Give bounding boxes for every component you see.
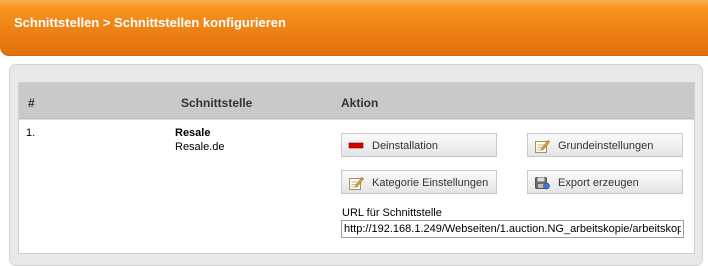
category-settings-button[interactable]: Kategorie Einstellungen: [341, 170, 497, 194]
column-header-interface: Schnittstelle: [181, 96, 253, 110]
row-divider: [19, 119, 694, 120]
table-header: # Schnittstelle Aktion: [19, 83, 694, 119]
interface-name: Resale: [175, 127, 211, 139]
export-button[interactable]: Export erzeugen: [527, 170, 683, 194]
export-label: Export erzeugen: [558, 177, 639, 189]
edit-notepad-icon: [348, 176, 364, 190]
page-header: Schnittstellen > Schnittstellen konfigur…: [0, 0, 708, 56]
column-header-number: #: [28, 96, 35, 110]
edit-notepad-icon: [534, 139, 550, 153]
base-settings-button[interactable]: Grundeinstellungen: [527, 133, 683, 157]
disk-export-icon: [534, 176, 550, 190]
minus-red-icon: [348, 139, 364, 152]
row-number: 1.: [26, 127, 36, 139]
interfaces-table: # Schnittstelle Aktion 1. Resale Resale.…: [18, 82, 695, 254]
interface-domain: Resale.de: [175, 141, 225, 153]
category-settings-label: Kategorie Einstellungen: [372, 177, 489, 189]
page-title: Schnittstellen > Schnittstellen konfigur…: [14, 15, 286, 30]
interface-url-field[interactable]: [341, 220, 684, 238]
column-header-action: Aktion: [341, 96, 379, 110]
uninstall-label: Deinstallation: [372, 140, 439, 152]
uninstall-button[interactable]: Deinstallation: [341, 133, 497, 157]
base-settings-label: Grundeinstellungen: [558, 140, 654, 152]
url-label: URL für Schnittstelle: [342, 207, 442, 219]
